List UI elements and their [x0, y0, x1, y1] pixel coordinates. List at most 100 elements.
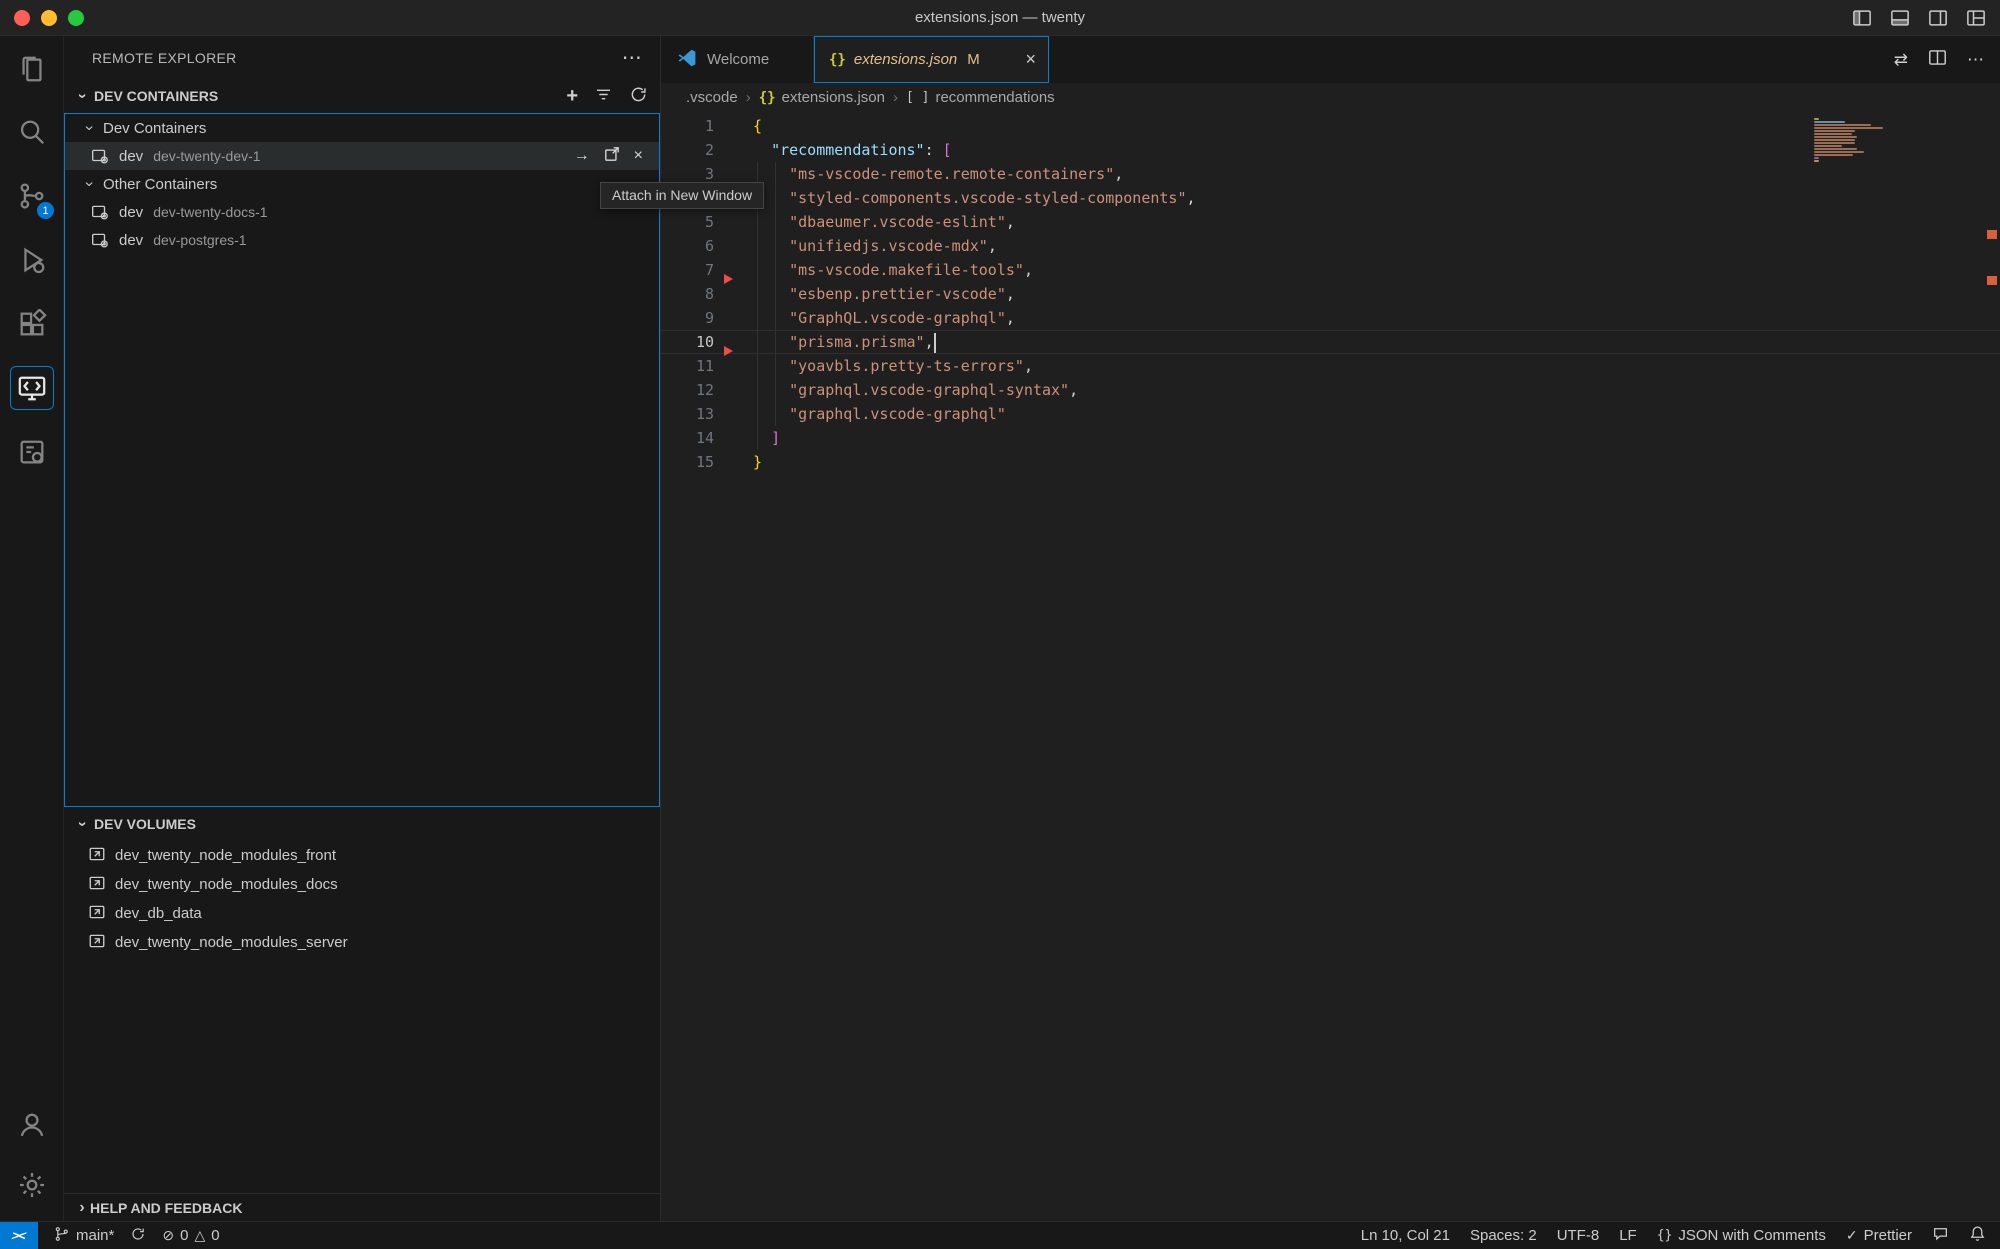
toggle-sidebar-icon[interactable]	[1852, 8, 1872, 28]
code-line-6[interactable]: 6 "unifiedjs.vscode-mdx",	[661, 234, 2000, 258]
code-editor[interactable]: 1{2 "recommendations": [3 "ms-vscode-rem…	[661, 112, 2000, 1221]
split-editor-icon[interactable]	[1928, 48, 1947, 72]
feedback-button[interactable]	[1932, 1225, 1949, 1246]
tree-group-label: Other Containers	[103, 176, 217, 193]
container-icon	[91, 231, 109, 249]
gutter	[714, 114, 753, 138]
code-line-4[interactable]: 4 "styled-components.vscode-styled-compo…	[661, 186, 2000, 210]
tree-group-label: Dev Containers	[103, 120, 206, 137]
attach-new-window-icon[interactable]	[603, 145, 621, 167]
code-line-13[interactable]: 13 "graphql.vscode-graphql"	[661, 402, 2000, 426]
filter-icon[interactable]	[594, 85, 613, 107]
sidebar-item-run-debug[interactable]	[0, 228, 63, 292]
container-name: dev	[119, 232, 143, 249]
volume-icon	[88, 903, 106, 925]
encoding-status[interactable]: UTF-8	[1557, 1227, 1600, 1244]
volume-row[interactable]: dev_twenty_node_modules_server	[64, 928, 660, 957]
eol-status[interactable]: LF	[1619, 1227, 1637, 1244]
run-debug-icon	[17, 245, 47, 275]
code-line-10[interactable]: 10 "prisma.prisma",	[661, 330, 2000, 354]
files-icon	[17, 53, 47, 83]
volume-icon	[88, 932, 106, 954]
container-row-dev-twenty-dev-1[interactable]: dev dev-twenty-dev-1 → ×	[65, 142, 659, 170]
chevron-right-icon: ›	[74, 1199, 90, 1217]
minimap[interactable]	[1814, 118, 1964, 163]
stop-container-icon[interactable]: ×	[634, 147, 643, 165]
breadcrumb-file[interactable]: {} extensions.json	[759, 89, 885, 106]
sidebar-item-dev-containers[interactable]	[0, 420, 63, 484]
breadcrumb-symbol[interactable]: [ ] recommendations	[906, 89, 1055, 106]
code-text: "ms-vscode.makefile-tools",	[753, 258, 1033, 282]
sidebar-item-explorer[interactable]	[0, 36, 63, 100]
chevron-down-icon: ›	[73, 816, 91, 832]
open-changes-icon[interactable]: ⇄	[1894, 50, 1908, 70]
accounts-button[interactable]	[0, 1095, 63, 1155]
container-row-dev-twenty-docs-1[interactable]: dev dev-twenty-docs-1	[65, 198, 659, 226]
minimap-line	[1814, 142, 1855, 144]
code-line-12[interactable]: 12 "graphql.vscode-graphql-syntax",	[661, 378, 2000, 402]
chevron-right-icon: ›	[746, 89, 751, 106]
toggle-secondary-sidebar-icon[interactable]	[1928, 8, 1948, 28]
attach-container-icon[interactable]: →	[574, 147, 590, 165]
refresh-icon[interactable]	[629, 85, 648, 107]
close-tab-icon[interactable]: ×	[1025, 49, 1036, 70]
indentation-status[interactable]: Spaces: 2	[1470, 1227, 1537, 1244]
sidebar-item-search[interactable]	[0, 100, 63, 164]
line-number: 15	[661, 450, 714, 474]
code-line-8[interactable]: 8 "esbenp.prettier-vscode",	[661, 282, 2000, 306]
code-line-14[interactable]: 14 ]	[661, 426, 2000, 450]
problems-status[interactable]: ⊘ 0 △ 0	[162, 1227, 219, 1244]
code-line-1[interactable]: 1{	[661, 114, 2000, 138]
code-line-3[interactable]: 3 "ms-vscode-remote.remote-containers",	[661, 162, 2000, 186]
line-number: 12	[661, 378, 714, 402]
notifications-button[interactable]	[1969, 1225, 1986, 1246]
code-line-9[interactable]: 9 "GraphQL.vscode-graphql",	[661, 306, 2000, 330]
vscode-logo-icon	[677, 48, 697, 72]
toggle-panel-icon[interactable]	[1890, 8, 1910, 28]
code-line-15[interactable]: 15}	[661, 450, 2000, 474]
more-actions-icon[interactable]: ⋯	[1967, 50, 1984, 70]
cursor-position-status[interactable]: Ln 10, Col 21	[1361, 1227, 1450, 1244]
volume-label: dev_twenty_node_modules_docs	[115, 876, 338, 893]
tree-group-dev-containers[interactable]: › Dev Containers	[65, 114, 659, 142]
volume-row[interactable]: dev_twenty_node_modules_front	[64, 841, 660, 870]
git-branch-status[interactable]: main*	[54, 1226, 114, 1246]
section-dev-containers[interactable]: › DEV CONTAINERS +	[64, 79, 660, 113]
code-line-11[interactable]: 11 "yoavbls.pretty-ts-errors",	[661, 354, 2000, 378]
formatter-status[interactable]: ✓ Prettier	[1846, 1227, 1912, 1244]
code-line-2[interactable]: 2 "recommendations": [	[661, 138, 2000, 162]
status-bar: >< main* ⊘ 0 △ 0 Ln 10, Col 21 Spaces: 2…	[0, 1221, 2000, 1249]
code-line-5[interactable]: 5 "dbaeumer.vscode-eslint",	[661, 210, 2000, 234]
sidebar-item-source-control[interactable]: 1	[0, 164, 63, 228]
code-line-7[interactable]: 7 "ms-vscode.makefile-tools",	[661, 258, 2000, 282]
minimap-line	[1814, 121, 1845, 123]
volume-label: dev_db_data	[115, 905, 202, 922]
breadcrumb-folder[interactable]: .vscode	[686, 89, 738, 106]
add-icon[interactable]: +	[566, 86, 578, 106]
editor-actions: ⇄ ⋯	[1894, 36, 1984, 83]
views-more-actions-icon[interactable]: ⋯	[622, 45, 642, 70]
sidebar-item-extensions[interactable]	[0, 292, 63, 356]
tab-welcome[interactable]: Welcome	[661, 36, 814, 83]
section-dev-volumes[interactable]: › DEV VOLUMES	[64, 807, 660, 841]
container-name: dev	[119, 148, 143, 165]
code-text: "GraphQL.vscode-graphql",	[753, 306, 1015, 330]
section-help-and-feedback[interactable]: › HELP AND FEEDBACK	[64, 1193, 660, 1221]
remote-explorer-icon	[10, 366, 54, 410]
remote-indicator[interactable]: ><	[0, 1222, 38, 1249]
sync-changes-button[interactable]	[130, 1226, 146, 1246]
container-row-dev-postgres-1[interactable]: dev dev-postgres-1	[65, 226, 659, 254]
tree-group-other-containers[interactable]: › Other Containers	[65, 170, 659, 198]
language-mode-status[interactable]: {} JSON with Comments	[1657, 1227, 1826, 1244]
tab-extensions-json[interactable]: {} extensions.json M ×	[814, 36, 1049, 83]
volume-row[interactable]: dev_twenty_node_modules_docs	[64, 870, 660, 899]
customize-layout-icon[interactable]	[1966, 8, 1986, 28]
volume-row[interactable]: dev_db_data	[64, 899, 660, 928]
editor-group: Welcome {} extensions.json M × ⇄ ⋯ .vsco…	[661, 36, 2000, 1221]
sidebar-item-remote-explorer[interactable]	[0, 356, 63, 420]
overview-ruler-mark	[1987, 230, 1997, 239]
activity-bar-bottom	[0, 1095, 63, 1221]
container-description: dev-postgres-1	[153, 232, 246, 248]
minimap-line	[1814, 118, 1819, 120]
settings-button[interactable]	[0, 1155, 63, 1215]
